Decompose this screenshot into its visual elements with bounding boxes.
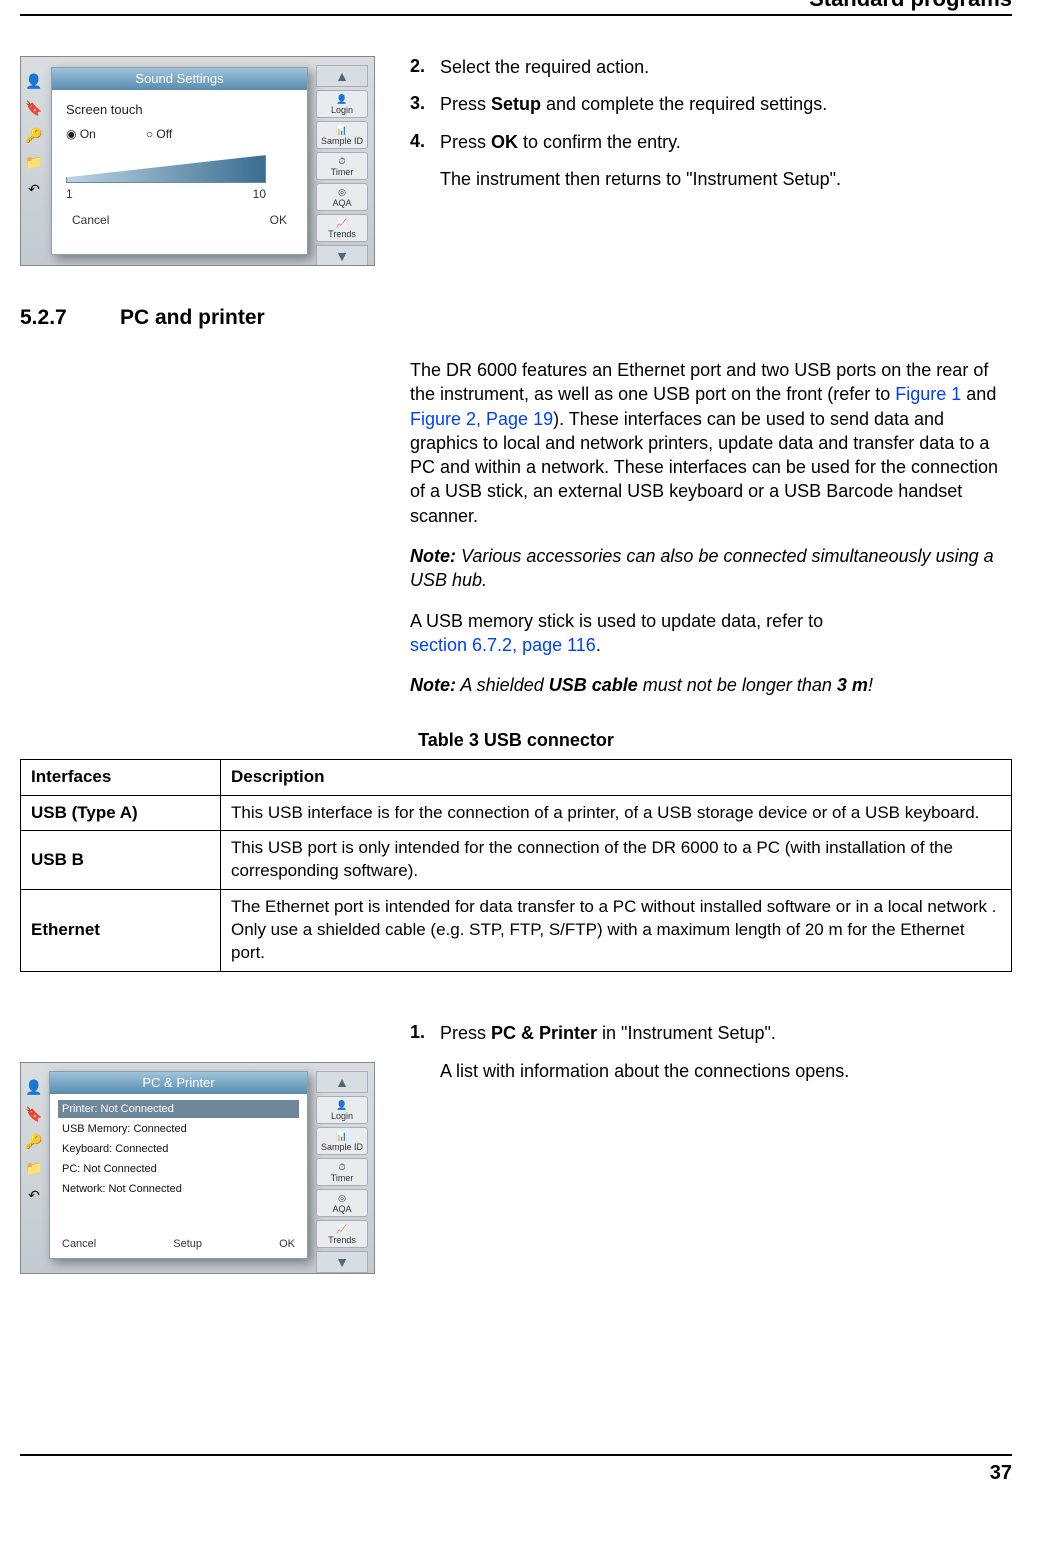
step-num: 3. bbox=[410, 93, 440, 116]
device-screen-1: 👤 🔖 🔑 📁 ↶ Sound Settings Screen touch ◉ … bbox=[20, 56, 375, 266]
left-icon-strip: 👤 🔖 🔑 📁 ↶ bbox=[23, 73, 45, 198]
list-item[interactable]: Keyboard: Connected bbox=[58, 1140, 299, 1158]
figure-2-link[interactable]: Figure 2, Page 19 bbox=[410, 409, 553, 429]
table-row: Ethernet The Ethernet port is intended f… bbox=[21, 890, 1012, 972]
list-item[interactable]: PC: Not Connected bbox=[58, 1160, 299, 1178]
sampleid-button[interactable]: 📊Sample ID bbox=[316, 121, 368, 149]
note: Note: A shielded USB cable must not be l… bbox=[410, 673, 1012, 697]
dialog-title: PC & Printer bbox=[50, 1072, 307, 1094]
login-button[interactable]: 👤Login bbox=[316, 90, 368, 118]
dialog-title: Sound Settings bbox=[52, 68, 307, 90]
step-text: Press Setup and complete the required se… bbox=[440, 93, 1012, 116]
step-num: 4. bbox=[410, 131, 440, 154]
note: Note: Various accessories can also be co… bbox=[410, 544, 1012, 593]
step-text: Select the required action. bbox=[440, 56, 1012, 79]
paragraph: A USB memory stick is used to update dat… bbox=[410, 609, 1012, 658]
sampleid-button[interactable]: 📊Sample ID bbox=[316, 1127, 368, 1155]
scale-max: 10 bbox=[253, 187, 266, 201]
timer-button[interactable]: ⏱Timer bbox=[316, 152, 368, 180]
instruction-list-2: 1. Press PC & Printer in "Instrument Set… bbox=[410, 1022, 1012, 1045]
timer-button[interactable]: ⏱Timer bbox=[316, 1158, 368, 1186]
device-screen-2: 👤 🔖 🔑 📁 ↶ PC & Printer Printer: Not Conn… bbox=[20, 1062, 375, 1274]
radio-off[interactable]: ○ Off bbox=[146, 127, 172, 141]
step-num: 1. bbox=[410, 1022, 440, 1045]
down-arrow-icon[interactable]: ▼ bbox=[316, 1251, 368, 1273]
sound-settings-dialog: Sound Settings Screen touch ◉ On ○ Off 1… bbox=[51, 67, 308, 255]
ok-button[interactable]: OK bbox=[270, 213, 287, 227]
key-icon: 🔑 bbox=[23, 1133, 45, 1150]
trends-button[interactable]: 📈Trends bbox=[316, 214, 368, 242]
page-header: Standard programs bbox=[809, 0, 1012, 12]
table-row: USB (Type A) This USB interface is for t… bbox=[21, 795, 1012, 831]
list-item[interactable]: Network: Not Connected bbox=[58, 1180, 299, 1198]
table-caption: Table 3 USB connector bbox=[20, 730, 1012, 751]
left-icon-strip: 👤 🔖 🔑 📁 ↶ bbox=[23, 1079, 45, 1204]
block-sound-settings: 👤 🔖 🔑 📁 ↶ Sound Settings Screen touch ◉ … bbox=[20, 56, 1012, 266]
back-icon: ↶ bbox=[23, 1187, 45, 1204]
back-icon: ↶ bbox=[23, 181, 45, 198]
volume-slider[interactable]: 1 10 bbox=[66, 155, 293, 201]
up-arrow-icon[interactable]: ▲ bbox=[316, 1071, 368, 1093]
cancel-button[interactable]: Cancel bbox=[72, 213, 109, 227]
instruction-list-1: 2. Select the required action. 3. Press … bbox=[410, 56, 1012, 154]
list-item[interactable]: Printer: Not Connected bbox=[58, 1100, 299, 1118]
section-number: 5.2.7 bbox=[20, 306, 90, 330]
person-icon: 👤 bbox=[23, 73, 45, 90]
right-panel: ▲ 👤Login 📊Sample ID ⏱Timer ◎AQA 📈Trends … bbox=[312, 65, 372, 266]
up-arrow-icon[interactable]: ▲ bbox=[316, 65, 368, 87]
paragraph: The DR 6000 features an Ethernet port an… bbox=[410, 358, 1012, 528]
list-item[interactable]: USB Memory: Connected bbox=[58, 1120, 299, 1138]
footer-rule: 37 bbox=[20, 1454, 1012, 1456]
block-pc-printer: 👤 🔖 🔑 📁 ↶ PC & Printer Printer: Not Conn… bbox=[20, 1022, 1012, 1274]
radio-on[interactable]: ◉ On bbox=[66, 127, 96, 141]
tag-icon: 🔖 bbox=[23, 100, 45, 117]
figure-1-link[interactable]: Figure 1 bbox=[895, 384, 961, 404]
setup-button[interactable]: Setup bbox=[173, 1238, 202, 1250]
usb-connector-table: Interfaces Description USB (Type A) This… bbox=[20, 759, 1012, 973]
screen-touch-label: Screen touch bbox=[66, 102, 293, 117]
folder-icon: 📁 bbox=[23, 1160, 45, 1177]
col-description: Description bbox=[221, 759, 1012, 795]
figure-sound-settings: 👤 🔖 🔑 📁 ↶ Sound Settings Screen touch ◉ … bbox=[20, 56, 380, 266]
aqa-button[interactable]: ◎AQA bbox=[316, 1189, 368, 1217]
folder-icon: 📁 bbox=[23, 154, 45, 171]
key-icon: 🔑 bbox=[23, 127, 45, 144]
result-text: A list with information about the connec… bbox=[440, 1060, 1012, 1083]
trends-button[interactable]: 📈Trends bbox=[316, 1220, 368, 1248]
right-panel: ▲ 👤Login 📊Sample ID ⏱Timer ◎AQA 📈Trends … bbox=[312, 1071, 372, 1273]
ok-button[interactable]: OK bbox=[279, 1238, 295, 1250]
cancel-button[interactable]: Cancel bbox=[62, 1238, 96, 1250]
section-title: PC and printer bbox=[120, 306, 265, 330]
down-arrow-icon[interactable]: ▼ bbox=[316, 245, 368, 266]
table-row: USB B This USB port is only intended for… bbox=[21, 831, 1012, 890]
scale-min: 1 bbox=[66, 187, 73, 201]
aqa-button[interactable]: ◎AQA bbox=[316, 183, 368, 211]
login-button[interactable]: 👤Login bbox=[316, 1096, 368, 1124]
person-icon: 👤 bbox=[23, 1079, 45, 1096]
section-link[interactable]: section 6.7.2, page 116 bbox=[410, 635, 596, 655]
step-text: Press OK to confirm the entry. bbox=[440, 131, 1012, 154]
pc-printer-dialog: PC & Printer Printer: Not Connected USB … bbox=[49, 1071, 308, 1259]
col-interfaces: Interfaces bbox=[21, 759, 221, 795]
section-heading: 5.2.7 PC and printer bbox=[20, 306, 1012, 330]
result-text: The instrument then returns to "Instrume… bbox=[440, 168, 1012, 191]
tag-icon: 🔖 bbox=[23, 1106, 45, 1123]
page-number: 37 bbox=[990, 1462, 1012, 1485]
step-num: 2. bbox=[410, 56, 440, 79]
step-text: Press PC & Printer in "Instrument Setup"… bbox=[440, 1022, 1012, 1045]
top-rule: Standard programs bbox=[20, 14, 1012, 16]
